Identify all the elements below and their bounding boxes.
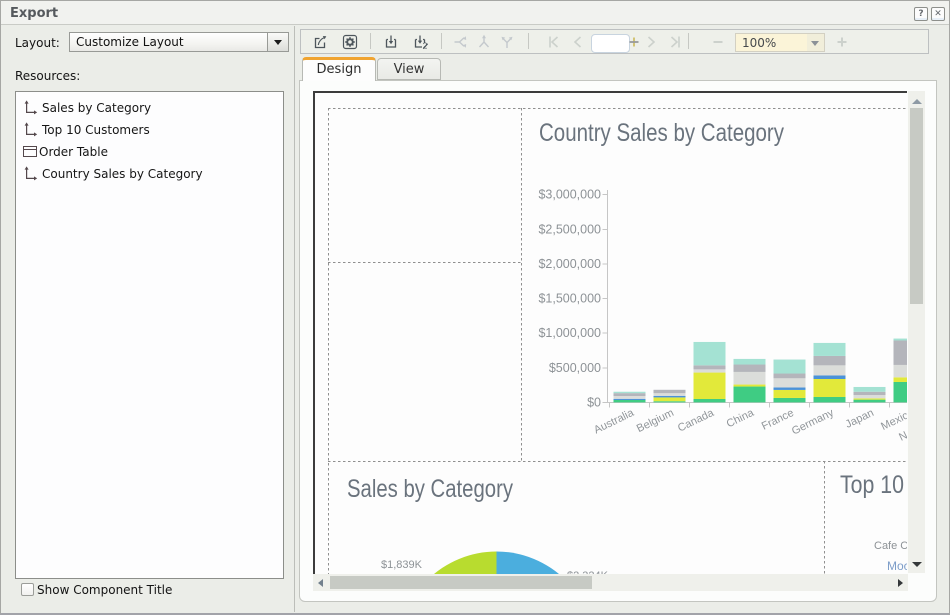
report-page-canvas[interactable]: Country Sales by Category $0 $500,000 $1,00…	[313, 91, 907, 574]
resource-item[interactable]: Order Table	[16, 141, 283, 163]
plus-icon	[625, 33, 643, 51]
scroll-down-icon[interactable]	[912, 562, 922, 567]
branch-y-icon	[498, 33, 516, 51]
show-component-title-label: Show Component Title	[37, 583, 172, 597]
resource-item[interactable]: Top 10 Customers	[16, 119, 283, 141]
horizontal-scrollbar[interactable]	[313, 574, 908, 591]
table-icon	[23, 144, 38, 159]
merge-up-icon	[475, 33, 493, 51]
zoom-in-icon	[833, 33, 851, 51]
zoom-dropdown-icon[interactable]	[807, 33, 825, 52]
download-icon	[382, 33, 400, 51]
svg-text:$1,000,000: $1,000,000	[538, 326, 601, 340]
tab-design[interactable]: Design	[302, 57, 376, 81]
bar-australia	[614, 392, 646, 403]
scroll-right-icon[interactable]	[898, 579, 903, 587]
svg-text:Moc: Moc	[887, 559, 907, 573]
vertical-scrollbar[interactable]	[908, 91, 925, 573]
dialog-title: Export	[10, 6, 58, 21]
chart1-title: Country Sales by Category	[539, 119, 784, 147]
branch-y-button[interactable]	[498, 33, 516, 51]
download-all-button[interactable]: 2	[412, 33, 430, 51]
scroll-up-icon[interactable]	[912, 99, 922, 104]
bar-germany	[814, 343, 846, 402]
bar-china	[734, 359, 766, 402]
chart-axes-icon	[23, 100, 38, 115]
svg-text:2: 2	[423, 41, 428, 51]
titlebar: Export ? ✕	[1, 1, 949, 25]
export-button[interactable]	[312, 33, 330, 51]
bar-canada	[694, 342, 726, 402]
tab-design-label: Design	[317, 62, 362, 77]
resource-item-label: Sales by Category	[42, 101, 151, 115]
zoom-level-field[interactable]: 100%	[735, 33, 809, 52]
chart2-title: Sales by Category	[347, 475, 513, 503]
plus-button[interactable]	[625, 33, 643, 51]
layout-dropdown-value: Customize Layout	[76, 35, 184, 49]
bar-belgium	[654, 390, 686, 403]
zoom-out-icon	[709, 33, 727, 51]
first-page-icon	[545, 33, 563, 51]
svg-text:$1,500,000: $1,500,000	[538, 292, 601, 306]
toolbar-separator	[441, 33, 442, 49]
svg-text:$0: $0	[587, 395, 601, 409]
toolbar-separator	[370, 33, 371, 49]
svg-text:$500,000: $500,000	[549, 361, 601, 375]
panel-separator	[294, 26, 295, 612]
last-page-icon	[666, 33, 684, 51]
bar-japan	[854, 387, 886, 402]
close-icon: ✕	[934, 9, 942, 19]
zoom-in-button[interactable]	[833, 33, 851, 51]
show-component-title-checkbox[interactable]	[21, 583, 34, 596]
resource-item-label: Country Sales by Category	[42, 167, 203, 181]
resource-item-label: Top 10 Customers	[42, 123, 150, 137]
svg-text:$2,500,000: $2,500,000	[538, 222, 601, 236]
tab-view-label: View	[394, 62, 425, 77]
next-page-button[interactable]	[642, 33, 660, 51]
resource-item[interactable]: Sales by Category	[16, 97, 283, 119]
download-all-icon: 2	[412, 33, 430, 51]
close-button[interactable]: ✕	[931, 7, 945, 21]
previous-page-icon	[569, 33, 587, 51]
split-arrows-icon	[452, 33, 470, 51]
help-button[interactable]: ?	[914, 7, 928, 21]
layout-label: Layout:	[15, 36, 60, 50]
horizontal-scrollbar-thumb[interactable]	[330, 576, 592, 589]
resources-listbox: Sales by Category Top 10 Customers Order T…	[15, 91, 284, 579]
chart3-title: Top 10	[840, 471, 904, 499]
svg-text:Cafe C: Cafe C	[874, 540, 907, 552]
export-dialog: Export ? ✕ Layout: Customize Layout Reso…	[0, 0, 950, 615]
resource-item[interactable]: Country Sales by Category	[16, 163, 283, 185]
svg-text:$2,000,000: $2,000,000	[538, 257, 601, 271]
last-page-button[interactable]	[666, 33, 684, 51]
chevron-down-icon[interactable]	[267, 33, 288, 51]
merge-up-button[interactable]	[475, 33, 493, 51]
vertical-scrollbar-thumb[interactable]	[910, 108, 923, 304]
resources-label: Resources:	[15, 69, 80, 83]
resource-item-label: Order Table	[39, 145, 108, 159]
next-page-icon	[642, 33, 660, 51]
toolbar-separator	[688, 33, 689, 49]
svg-text:$1,839K: $1,839K	[381, 559, 423, 571]
settings-gear-icon	[341, 33, 359, 51]
bar-mexico	[894, 339, 908, 403]
previous-page-button[interactable]	[569, 33, 587, 51]
help-icon: ?	[918, 9, 923, 19]
split-arrows-button[interactable]	[452, 33, 470, 51]
scroll-left-icon[interactable]	[318, 579, 323, 587]
settings-gear-button[interactable]	[341, 33, 359, 51]
export-icon	[312, 33, 330, 51]
layout-dropdown[interactable]: Customize Layout	[69, 32, 289, 52]
toolbar-separator	[528, 33, 529, 49]
chart-axes-icon	[23, 122, 38, 137]
download-button[interactable]	[382, 33, 400, 51]
bar-france	[774, 360, 806, 403]
first-page-button[interactable]	[545, 33, 563, 51]
zoom-level-value: 100%	[742, 36, 776, 50]
chart-axes-icon	[23, 166, 38, 181]
svg-text:$3,000,000: $3,000,000	[538, 188, 601, 202]
tab-view[interactable]: View	[377, 58, 441, 80]
zoom-out-button[interactable]	[709, 33, 727, 51]
toolbar: 2 100%	[300, 29, 929, 54]
